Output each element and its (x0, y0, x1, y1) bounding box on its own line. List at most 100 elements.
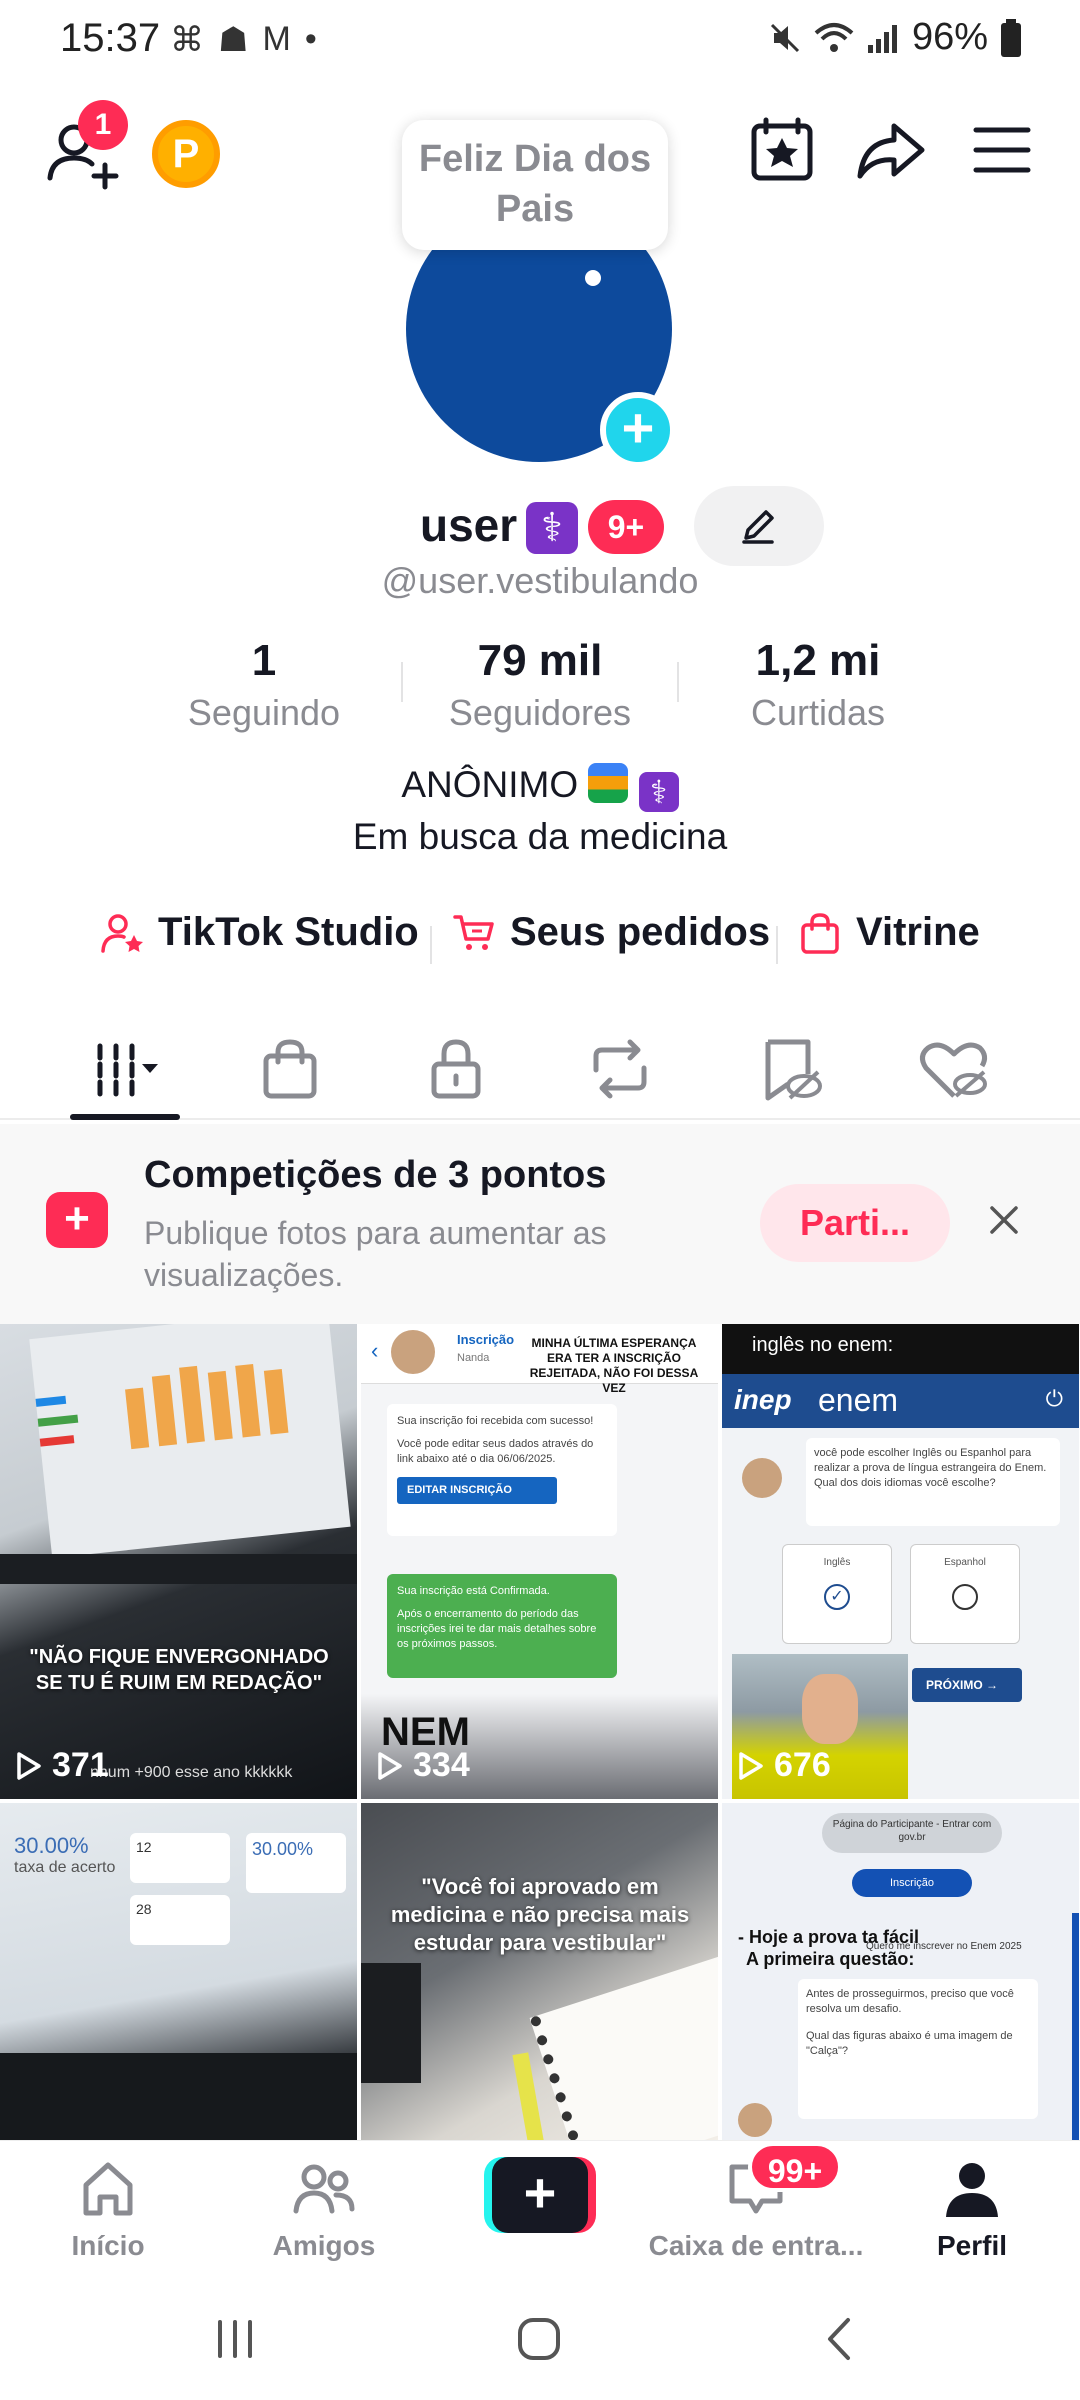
question-bubble: você pode escolher Inglês ou Espanhol pa… (806, 1438, 1060, 1526)
avatar-note-bubble[interactable]: Feliz Dia dos Pais (402, 120, 668, 250)
photo-plus-icon: + (46, 1192, 108, 1248)
question-bubble: Antes de prosseguirmos, preciso que você… (798, 1979, 1038, 2119)
recent-apps-icon[interactable] (210, 2314, 260, 2364)
highlighter-image (512, 2052, 546, 2140)
video-top-text: inglês no enem: (722, 1324, 1079, 1374)
overlay-title: MINHA ÚLTIMA ESPERANÇA ERA TER A INSCRIÇ… (529, 1336, 699, 1395)
back-icon[interactable] (816, 2314, 866, 2364)
nav-label: Início (71, 2230, 145, 2261)
close-icon[interactable] (984, 1200, 1024, 1240)
stat-percent-label: taxa de acerto (14, 1859, 116, 1876)
wifi-icon (814, 22, 854, 52)
showcase-link[interactable]: Vitrine (798, 910, 980, 955)
profile-icon (946, 2163, 998, 2217)
next-label: PRÓXIMO (926, 1678, 983, 1692)
stat-percent: 30.00% (14, 1833, 89, 1858)
tiktok-studio-link[interactable]: TikTok Studio (100, 910, 419, 955)
status-bar: 15:37 ⌘ ☗ M • 96% (0, 0, 1080, 80)
battery-level: 96% (911, 16, 988, 58)
stat-card: 30.00% (246, 1833, 346, 1893)
cart-icon (453, 914, 494, 950)
menu-icon[interactable] (964, 112, 1040, 188)
nav-label: Perfil (936, 2230, 1008, 2261)
video-thumbnail[interactable]: ‹ Inscrição Nanda MINHA ÚLTIMA ESPERANÇA… (361, 1324, 718, 1799)
mute-icon (770, 23, 799, 52)
edit-profile-button[interactable] (694, 486, 824, 566)
stat-followers[interactable]: 79 mil Seguidores (410, 636, 670, 734)
stat-likes[interactable]: 1,2 mi Curtidas (688, 636, 948, 734)
liked-hidden-tab-icon[interactable] (914, 1034, 994, 1104)
view-count-value: 676 (774, 1746, 831, 1784)
shop-tab-icon[interactable] (250, 1034, 330, 1104)
home-icon (83, 2162, 133, 2216)
divider (677, 662, 679, 702)
nav-home[interactable]: Início (0, 2159, 216, 2262)
video-thumbnail[interactable]: Página do Participante - Entrar com gov.… (722, 1803, 1079, 2140)
friends-icon (293, 2164, 355, 2214)
option-spanish: Espanhol (910, 1544, 1020, 1644)
user-star-icon (101, 913, 143, 953)
chat-message: Sua inscrição foi recebida com sucesso! … (387, 1404, 617, 1536)
home-button-icon[interactable] (514, 2314, 564, 2364)
side-bar (1072, 1913, 1079, 2140)
repost-tab-icon[interactable] (580, 1034, 660, 1104)
favorites-hidden-tab-icon[interactable] (750, 1034, 830, 1104)
video-thumbnail[interactable]: inglês no enem: inep enem ⏻ você pode es… (722, 1324, 1079, 1799)
teams-icon: ⌘ (170, 21, 204, 59)
create-button[interactable]: + (484, 2157, 596, 2233)
laptop-keyboard (0, 2053, 357, 2140)
option-label: Inglês (823, 1557, 851, 1568)
message-text: Sua inscrição está Confirmada. (397, 1585, 550, 1597)
profile-links: TikTok Studio Seus pedidos Vitrine (0, 910, 1080, 980)
edit-inscription-button: EDITAR INSCRIÇÃO (397, 1477, 557, 1504)
add-story-button[interactable]: + (600, 392, 676, 468)
bottom-navigation: Início Amigos + Caixa de entra... Perfil (0, 2140, 1080, 2280)
videos-grid-tab-icon[interactable] (86, 1034, 166, 1104)
inep-logo: inep (734, 1384, 792, 1415)
banner-title: Competições de 3 pontos (144, 1154, 607, 1196)
avatar (738, 2103, 772, 2137)
coin-icon[interactable]: P (152, 120, 220, 188)
bio-text: ANÔNIMO (401, 764, 579, 805)
share-icon[interactable] (852, 112, 928, 188)
inscription-button: Inscrição (852, 1869, 972, 1897)
notification-icons: ⌘ ☗ M • (170, 20, 317, 60)
video-grid: "NÃO FIQUE ENVERGONHADO SE TU É RUIM EM … (0, 1324, 1080, 2140)
bag-icon (801, 912, 839, 954)
level-badge[interactable]: 9+ (588, 500, 664, 554)
nav-label: Caixa de entra... (648, 2230, 864, 2261)
overlay-line-2: A primeira questão: (746, 1949, 915, 1969)
calendar-star-icon[interactable] (744, 112, 820, 188)
video-thumbnail[interactable]: "NÃO FIQUE ENVERGONHADO SE TU É RUIM EM … (0, 1324, 357, 1799)
message-text: Você pode editar seus dados através do l… (397, 1438, 594, 1465)
clock: 15:37 (60, 16, 161, 60)
view-count: 334 (377, 1746, 470, 1785)
enem-logo: enem (818, 1382, 899, 1418)
view-count: 676 (738, 1746, 831, 1785)
orders-link[interactable]: Seus pedidos (452, 910, 770, 955)
message-text: Após o encerramento do período das inscr… (397, 1608, 597, 1650)
participate-button[interactable]: Parti... (760, 1184, 950, 1262)
nav-friends[interactable]: Amigos (216, 2159, 432, 2262)
dot-icon: • (304, 20, 317, 58)
pencil-icon (742, 510, 774, 544)
video-thumbnail[interactable]: "Você foi aprovado em medicina e não pre… (361, 1803, 718, 2140)
keypad-image (361, 1963, 421, 2083)
play-icon (378, 1751, 402, 1780)
link-label: Vitrine (856, 910, 980, 954)
video-thumbnail[interactable]: 30.00% taxa de acerto 12 28 30.00% (0, 1803, 357, 2140)
divider (430, 926, 432, 964)
friend-request-badge: 1 (78, 100, 128, 150)
nav-profile[interactable]: Perfil (864, 2159, 1080, 2262)
competition-banner: + Competições de 3 pontos Publique fotos… (0, 1124, 1080, 1324)
inbox-badge: 99+ (748, 2142, 842, 2192)
stat-following[interactable]: 1 Seguindo (134, 636, 394, 734)
stat-label: Curtidas (750, 692, 886, 733)
stat-card: 28 (130, 1895, 230, 1945)
play-icon (17, 1751, 41, 1780)
chat-header: ‹ Inscrição Nanda MINHA ÚLTIMA ESPERANÇA… (361, 1324, 718, 1395)
plus-icon: + (492, 2157, 588, 2233)
lock-tab-icon[interactable] (416, 1034, 496, 1104)
stat-label: Seguidores (448, 692, 632, 733)
medical-emoji-icon: ⚕ (638, 772, 679, 812)
